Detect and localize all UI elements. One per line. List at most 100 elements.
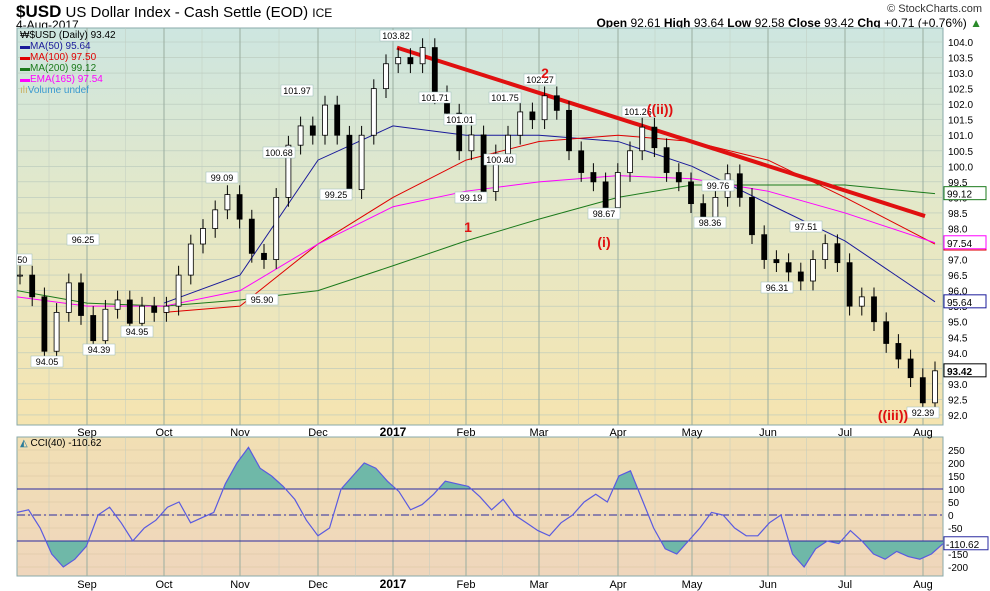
candle-body [395, 57, 402, 65]
y-tick-label: 103.5 [948, 54, 973, 65]
candle-body [175, 274, 182, 307]
candle-body [663, 147, 670, 173]
x-tick-label: Jul [838, 579, 852, 591]
candle-body [407, 57, 414, 65]
legend-price-label: $USD (Daily) 93.42 [29, 30, 116, 41]
last-value-label: 95.64 [947, 298, 972, 309]
cci-y-tick-label: 0 [948, 511, 954, 522]
cci-legend: ◭ CCI(40) -110.62 [20, 438, 101, 449]
price-annotation: 102.27 [526, 75, 554, 85]
last-value-label: 99.12 [947, 190, 972, 201]
x-tick-label: Nov [230, 579, 250, 591]
cci-legend-label: CCI(40) -110.62 [30, 438, 102, 449]
price-annotation: 96.50 [5, 255, 28, 265]
price-legend: ₩$USD (Daily) 93.42 ▬MA(50) 95.64 ▬MA(10… [20, 30, 116, 96]
candle-body [773, 259, 780, 264]
last-value-label: 97.54 [947, 239, 972, 250]
candle-body [578, 150, 585, 173]
candle-body [822, 243, 829, 260]
candle-body [651, 126, 658, 149]
candle-body [541, 95, 548, 121]
x-tick-label: Feb [457, 427, 476, 439]
x-tick-label: Apr [609, 427, 626, 439]
x-tick-label: Mar [530, 427, 549, 439]
y-tick-label: 101.5 [948, 116, 973, 127]
candle-body [810, 259, 816, 282]
legend-ma100: ▬MA(100) 97.50 [20, 52, 97, 63]
y-tick-label: 98.5 [948, 209, 968, 220]
legend-price: ₩$USD (Daily) 93.42 [20, 30, 116, 41]
y-tick-label: 101.0 [948, 131, 973, 142]
candle-body [187, 243, 194, 276]
candle-body [675, 172, 682, 183]
y-tick-label: 94.5 [948, 333, 968, 344]
price-annotation: 99.25 [325, 190, 348, 200]
y-tick-label: 92.5 [948, 395, 968, 406]
candle-body [65, 282, 72, 313]
price-annotation: 101.75 [491, 93, 519, 103]
candle-body [895, 343, 902, 360]
price-annotation: 101.97 [283, 86, 311, 96]
legend-ma200: ▬MA(200) 99.12 [20, 63, 97, 74]
price-annotation: 94.95 [126, 327, 149, 337]
price-annotation: 94.39 [88, 345, 111, 355]
candle-body [224, 194, 231, 211]
y-tick-label: 102.5 [948, 85, 973, 96]
volume-icon: ılı [20, 85, 28, 96]
y-tick-label: 98.0 [948, 224, 968, 235]
x-tick-label: Dec [308, 427, 328, 439]
candle-body [236, 194, 243, 220]
candle-body [932, 370, 938, 404]
candle-body [529, 111, 536, 121]
candle-body [163, 305, 170, 313]
cci-y-tick-label: 200 [948, 459, 965, 470]
candle-body [700, 203, 707, 218]
candle-body [602, 181, 609, 209]
candle-body [90, 315, 97, 342]
price-annotation: 103.82 [382, 31, 410, 41]
candle-body [358, 134, 365, 191]
x-tick-label: Dec [308, 579, 328, 591]
candle-body [553, 95, 560, 111]
candle-body [383, 63, 389, 90]
cci-y-tick-label: -200 [948, 563, 968, 574]
cci-last-label: -110.62 [946, 540, 980, 551]
x-tick-label: Jul [838, 427, 852, 439]
price-annotation: 101.71 [421, 93, 449, 103]
price-annotation: 98.36 [699, 218, 722, 228]
legend-ema165: ▬EMA(165) 97.54 [20, 74, 103, 85]
wave-label: 2 [541, 65, 549, 81]
candle-body [431, 47, 438, 96]
legend-ema165-label: EMA(165) 97.54 [30, 74, 103, 85]
candle-body [590, 172, 597, 183]
y-tick-label: 100.5 [948, 147, 973, 158]
candle-body [919, 377, 926, 404]
candle-body [883, 321, 890, 344]
y-tick-label: 95.0 [948, 318, 968, 329]
wave-label: ((ii)) [647, 101, 673, 117]
y-tick-label: 96.5 [948, 271, 968, 282]
candle-body [17, 274, 23, 277]
price-annotation: 95.90 [251, 295, 274, 305]
x-tick-label: Mar [530, 579, 549, 591]
y-tick-label: 100.0 [948, 162, 973, 173]
candle-body [858, 296, 865, 307]
candle-body [139, 305, 145, 324]
chart-canvas[interactable]: 96.5096.2594.0594.3994.9599.0995.90101.9… [0, 0, 990, 591]
cci-y-tick-label: 250 [948, 446, 965, 457]
price-annotation: 101.01 [446, 115, 474, 125]
x-tick-label: Jun [759, 427, 777, 439]
candle-body [297, 125, 304, 146]
candle-body [151, 305, 158, 313]
candle-body [53, 311, 60, 352]
candle-body [41, 296, 48, 352]
candle-body [468, 134, 475, 152]
candle-body [614, 172, 621, 209]
price-annotation: 96.25 [72, 235, 95, 245]
x-tick-label: 2017 [380, 425, 407, 439]
x-tick-label: 2017 [380, 577, 407, 591]
price-annotation: 99.19 [460, 193, 483, 203]
candle-body [761, 234, 768, 260]
x-tick-label: Feb [457, 579, 476, 591]
candle-body [273, 196, 280, 260]
